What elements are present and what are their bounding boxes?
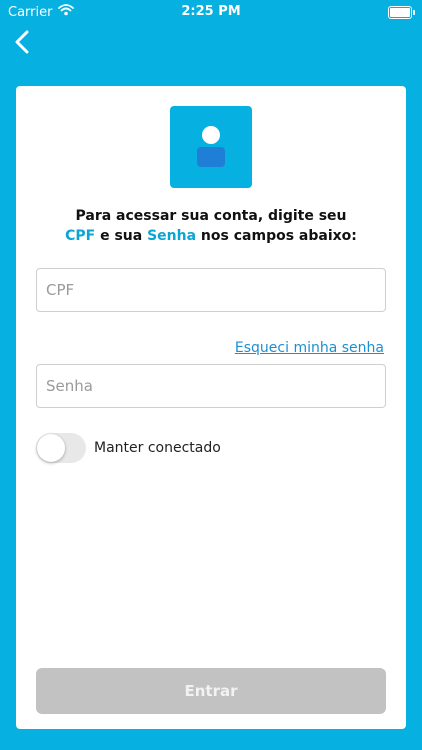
instruction-line-1: Para acessar sua conta, digite seu — [75, 208, 347, 224]
cpf-highlight: CPF — [65, 228, 96, 244]
senha-highlight: Senha — [147, 228, 197, 244]
keep-connected-row: Manter conectado — [36, 433, 221, 463]
cpf-field[interactable] — [36, 268, 386, 312]
forgot-password-link[interactable]: Esqueci minha senha — [235, 340, 384, 356]
senha-field[interactable] — [36, 364, 386, 408]
back-button[interactable] — [10, 30, 34, 58]
toggle-knob — [37, 434, 65, 462]
senha-input[interactable] — [37, 365, 385, 407]
instruction-middle: e sua — [95, 228, 148, 244]
keep-connected-label: Manter conectado — [94, 440, 221, 456]
instruction-end: nos campos abaixo: — [196, 228, 357, 244]
battery-icon — [388, 6, 415, 19]
instruction-line-2: CPF e sua Senha nos campos abaixo: — [16, 226, 406, 246]
user-icon — [170, 106, 252, 188]
cpf-input[interactable] — [37, 269, 385, 311]
clock: 2:25 PM — [181, 4, 241, 19]
chevron-left-icon — [14, 30, 30, 58]
enter-button[interactable]: Entrar — [36, 668, 386, 714]
login-card: Para acessar sua conta, digite seu CPF e… — [16, 86, 406, 729]
keep-connected-toggle[interactable] — [36, 433, 86, 463]
instruction-text: Para acessar sua conta, digite seu CPF e… — [16, 206, 406, 246]
status-bar: Carrier 2:25 PM — [0, 0, 422, 22]
